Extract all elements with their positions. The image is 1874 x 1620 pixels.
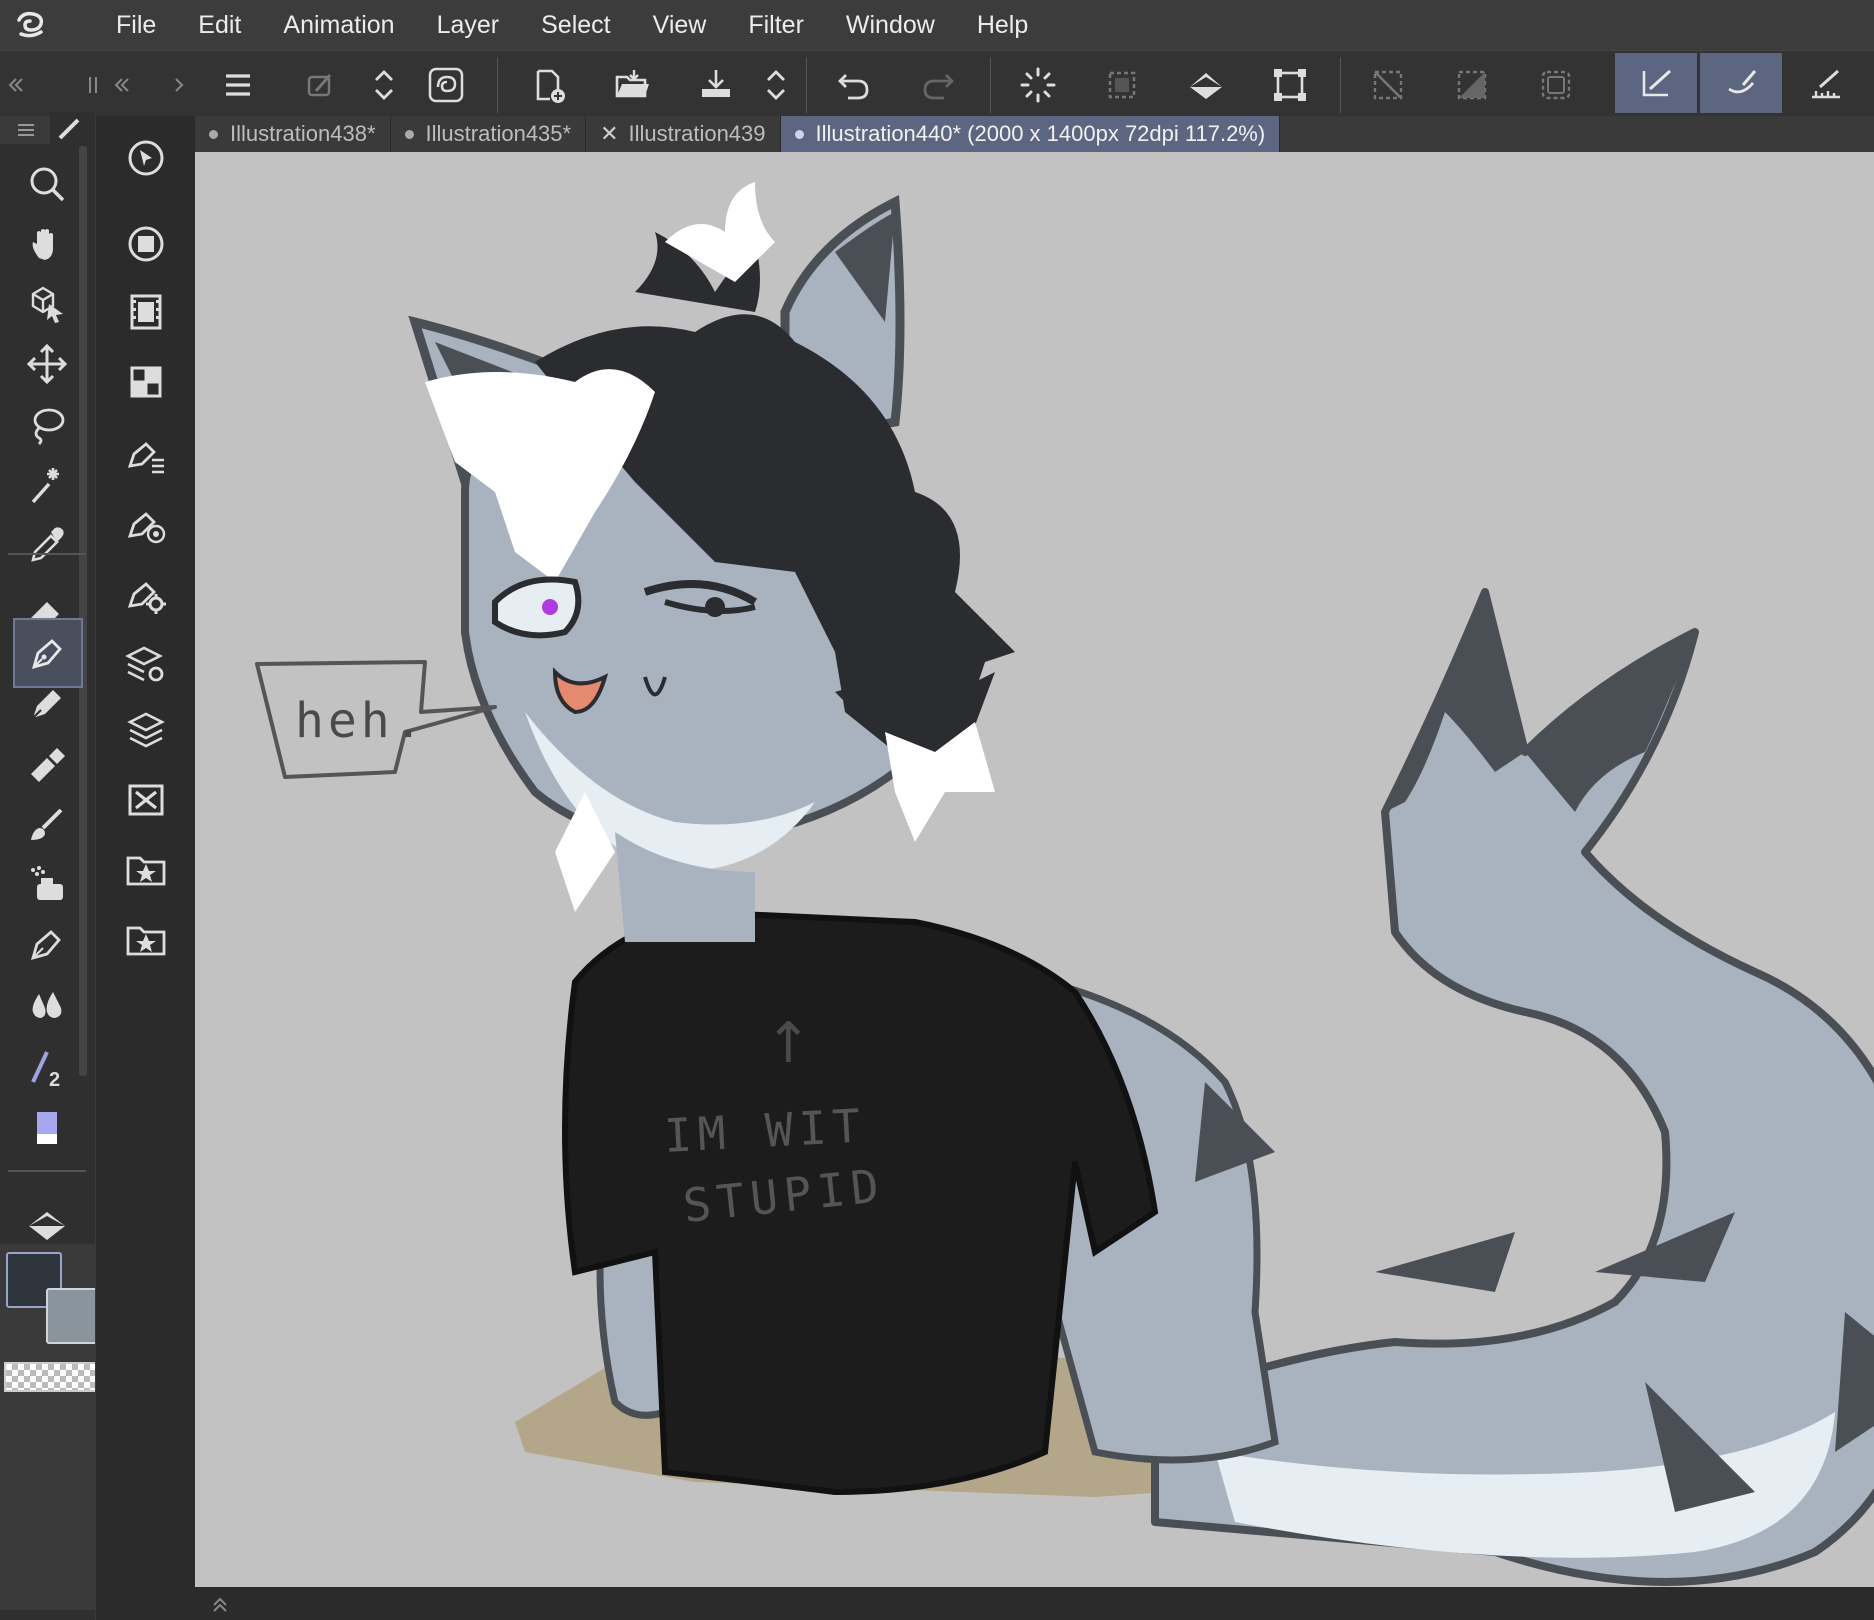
collapse-left-icon-2[interactable] bbox=[106, 59, 132, 111]
menu-edit[interactable]: Edit bbox=[198, 11, 241, 40]
panel-grip-icon[interactable] bbox=[80, 59, 106, 111]
chevron-updown-icon[interactable] bbox=[358, 59, 410, 111]
vector-tool-icon[interactable] bbox=[116, 424, 176, 484]
tab-illustration439[interactable]: ✕ Illustration439 bbox=[586, 116, 781, 152]
save-icon[interactable] bbox=[690, 59, 742, 111]
pen-pressure-icon[interactable] bbox=[1615, 53, 1697, 113]
zoom-icon[interactable] bbox=[12, 152, 82, 216]
layers-grid-icon[interactable] bbox=[116, 352, 176, 412]
object-select-icon[interactable] bbox=[12, 272, 82, 336]
brush-tab-icon bbox=[58, 118, 80, 140]
menu-select[interactable]: Select bbox=[541, 11, 610, 40]
material-star-icon[interactable] bbox=[116, 840, 176, 900]
command-bar bbox=[0, 50, 1874, 117]
palette-menu-icon[interactable] bbox=[16, 122, 36, 138]
transparent-color[interactable] bbox=[4, 1362, 102, 1392]
undo-icon[interactable] bbox=[828, 59, 880, 111]
sub-color[interactable] bbox=[46, 1288, 102, 1344]
color-area bbox=[0, 1244, 102, 1610]
deselect-icon[interactable] bbox=[1362, 59, 1414, 111]
material-star-icon-2[interactable] bbox=[116, 910, 176, 970]
vector-target-icon[interactable] bbox=[116, 494, 176, 554]
unsaved-dot-icon bbox=[209, 129, 218, 139]
tab-label: Illustration435* bbox=[425, 121, 572, 146]
eyedropper-icon[interactable] bbox=[12, 512, 82, 576]
menu-bar: File Edit Animation Layer Select View Fi… bbox=[0, 0, 1874, 50]
magic-wand-icon[interactable] bbox=[12, 452, 82, 516]
tab-illustration438[interactable]: Illustration438* bbox=[195, 116, 391, 152]
speech-text: heh. bbox=[295, 693, 427, 749]
tool-palette-header bbox=[0, 112, 95, 146]
menu-help[interactable]: Help bbox=[977, 11, 1028, 40]
material-x-icon[interactable] bbox=[116, 770, 176, 830]
expand-right-icon[interactable] bbox=[166, 59, 192, 111]
layer-property-icon[interactable] bbox=[294, 59, 346, 111]
tab-label: Illustration438* bbox=[230, 121, 376, 146]
fill-bucket-icon[interactable] bbox=[1180, 59, 1232, 111]
marker-icon[interactable] bbox=[12, 732, 82, 796]
panel-icon-bar bbox=[95, 116, 196, 1620]
speech-bubble: heh. bbox=[255, 660, 497, 779]
menu-window[interactable]: Window bbox=[846, 11, 935, 40]
left-eye bbox=[542, 599, 558, 615]
decoration-pen-icon[interactable] bbox=[12, 912, 82, 976]
menu-filter[interactable]: Filter bbox=[748, 11, 804, 40]
unsaved-dot-icon bbox=[794, 129, 804, 139]
menu-icon[interactable] bbox=[212, 59, 264, 111]
brush-icon[interactable] bbox=[12, 792, 82, 856]
blend-drops-icon[interactable] bbox=[12, 972, 82, 1036]
shirt-arrow: ↑ bbox=[765, 1011, 812, 1076]
select-dashed-icon[interactable] bbox=[1096, 59, 1148, 111]
chevron-updown-icon-2[interactable] bbox=[750, 59, 802, 111]
color-swatch-icon[interactable] bbox=[12, 1096, 82, 1160]
tab-label: Illustration440* (2000 x 1400px 72dpi 11… bbox=[815, 121, 1266, 146]
smoothing-brush-icon[interactable] bbox=[1700, 53, 1782, 113]
menu-view[interactable]: View bbox=[653, 11, 707, 40]
color-wheel-icon[interactable] bbox=[116, 214, 176, 274]
tool-palette: 2 bbox=[0, 112, 102, 1620]
loading-spinner-icon[interactable] bbox=[1012, 59, 1064, 111]
tab-illustration435[interactable]: Illustration435* bbox=[390, 116, 587, 152]
hand-icon[interactable] bbox=[12, 212, 82, 276]
clip-swirl-icon[interactable] bbox=[420, 59, 472, 111]
transform-icon[interactable] bbox=[1264, 59, 1316, 111]
expand-up-icon[interactable] bbox=[209, 1593, 231, 1615]
ruler-snap-icon[interactable] bbox=[1800, 59, 1852, 111]
lasso-icon[interactable] bbox=[12, 392, 82, 456]
new-file-icon[interactable] bbox=[522, 59, 574, 111]
collapse-left-icon[interactable] bbox=[0, 59, 26, 111]
redo-icon[interactable] bbox=[912, 59, 964, 111]
clip-studio-logo-icon[interactable] bbox=[0, 0, 60, 50]
menu-animation[interactable]: Animation bbox=[283, 11, 394, 40]
pencil-icon[interactable] bbox=[12, 672, 82, 736]
stroke-width-icon[interactable]: 2 bbox=[12, 1036, 82, 1100]
artwork: ↑ IM WIT STUPID heh. bbox=[255, 182, 1874, 1586]
tab-illustration440[interactable]: Illustration440* (2000 x 1400px 72dpi 11… bbox=[780, 116, 1281, 152]
navigator-icon[interactable] bbox=[116, 128, 176, 188]
move-icon[interactable] bbox=[12, 332, 82, 396]
layer-settings-icon[interactable] bbox=[116, 634, 176, 694]
tab-label: Illustration439 bbox=[628, 121, 766, 146]
menu-file[interactable]: File bbox=[116, 11, 156, 40]
select-all-icon[interactable] bbox=[1530, 59, 1582, 111]
airbrush-icon[interactable] bbox=[12, 852, 82, 916]
vector-gear-icon[interactable] bbox=[116, 564, 176, 624]
close-icon[interactable]: ✕ bbox=[600, 121, 618, 147]
document-tabs: Illustration438* Illustration435* ✕ Illus… bbox=[195, 116, 1874, 152]
svg-text:2: 2 bbox=[49, 1069, 60, 1090]
brush-tab[interactable] bbox=[50, 112, 95, 146]
menu-layer[interactable]: Layer bbox=[437, 11, 500, 40]
drawing-canvas[interactable]: ↑ IM WIT STUPID heh. bbox=[195, 152, 1874, 1587]
invert-selection-icon[interactable] bbox=[1446, 59, 1498, 111]
unsaved-dot-icon bbox=[404, 129, 414, 139]
shirt-text-line1: IM WIT bbox=[663, 1098, 868, 1163]
layers-stack-icon[interactable] bbox=[116, 700, 176, 760]
open-folder-icon[interactable] bbox=[606, 59, 658, 111]
status-bar bbox=[195, 1587, 1874, 1620]
right-eye bbox=[705, 597, 725, 617]
timeline-icon[interactable] bbox=[116, 282, 176, 342]
